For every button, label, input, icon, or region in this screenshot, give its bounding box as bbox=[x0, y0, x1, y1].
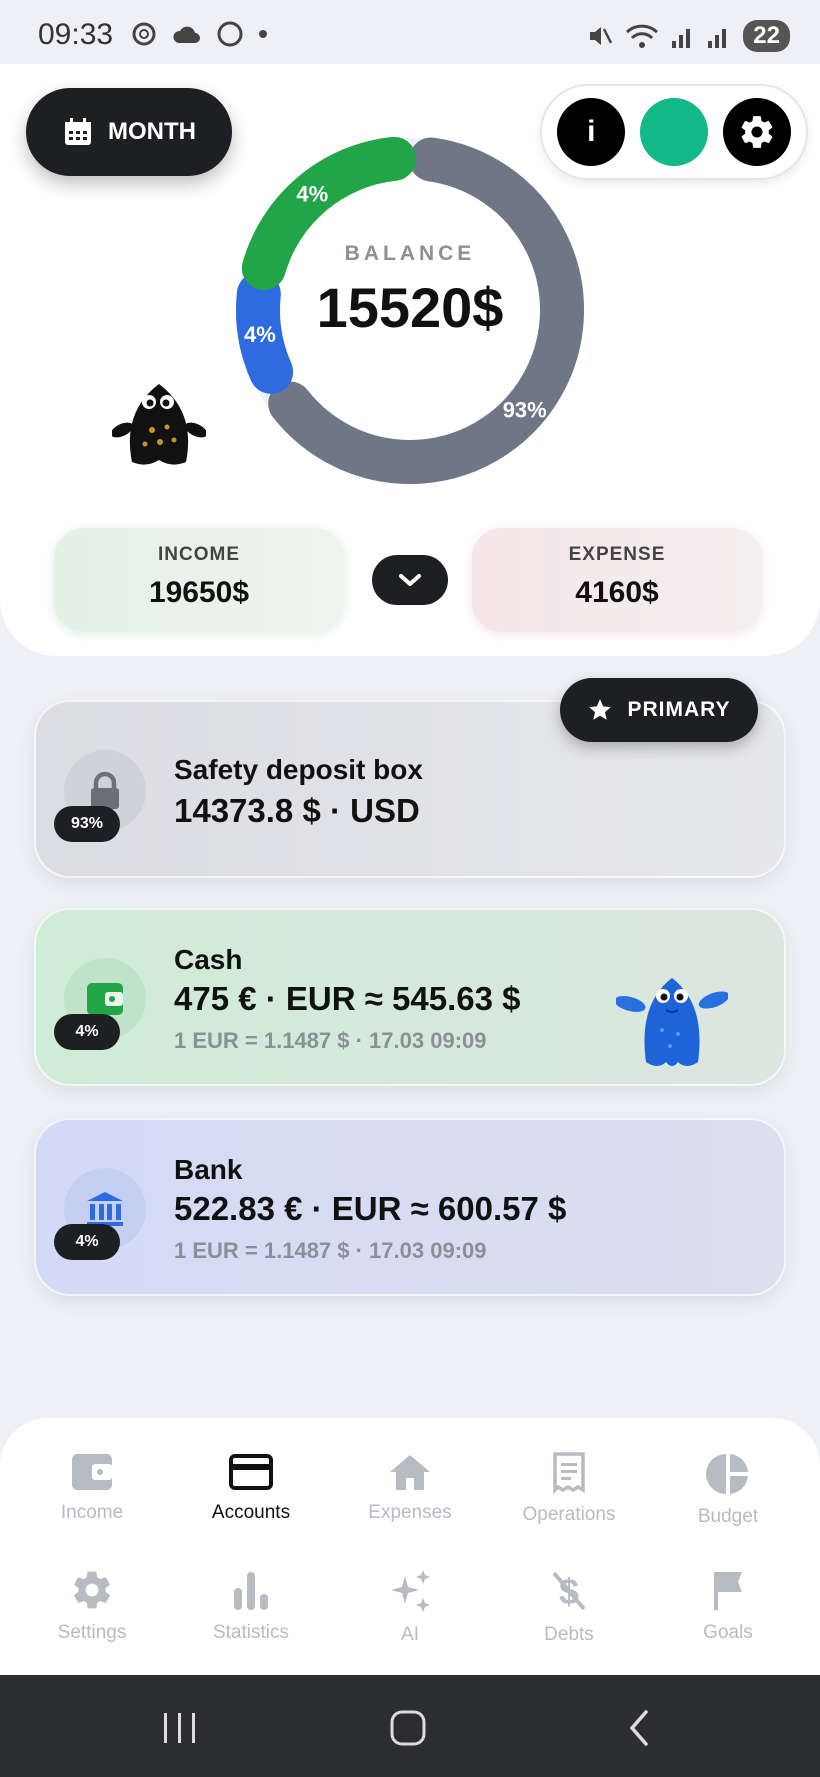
battery-indicator: 22 bbox=[743, 20, 790, 52]
openai-icon bbox=[132, 22, 156, 46]
chevron-down-icon bbox=[399, 574, 421, 586]
system-icons: 22 bbox=[587, 20, 790, 52]
nav-label: Debts bbox=[544, 1624, 594, 1645]
income-summary[interactable]: INCOME 19650$ bbox=[54, 528, 344, 632]
account-percent-badge: 93% bbox=[54, 806, 120, 842]
settings-button[interactable] bbox=[722, 98, 791, 166]
account-exchange-rate: 1 EUR = 1.1487 $ · 17.03 09:09 bbox=[174, 1028, 487, 1053]
expand-summary-button[interactable] bbox=[372, 555, 448, 605]
notification-icons bbox=[130, 20, 268, 48]
donut-segment-label: 4% bbox=[296, 182, 328, 207]
income-label: INCOME bbox=[158, 544, 240, 565]
mute-icon bbox=[590, 27, 613, 45]
mascot-blue-icon bbox=[616, 978, 728, 1066]
account-amount: 475 € · EUR ≈ 545.63 $ bbox=[174, 980, 521, 1017]
nav-label: AI bbox=[401, 1624, 419, 1645]
account-name: Safety deposit box bbox=[174, 754, 423, 785]
nav-ai[interactable]: AI bbox=[335, 1568, 485, 1646]
nav-goals[interactable]: Goals bbox=[653, 1568, 803, 1644]
income-value: 19650$ bbox=[148, 576, 250, 609]
signal-icon-2 bbox=[708, 29, 727, 48]
wallet-icon bbox=[87, 983, 123, 1015]
mascot-black-icon bbox=[112, 384, 206, 465]
status-bar: 09:33 22 bbox=[0, 0, 820, 64]
sparkles-icon bbox=[391, 1570, 430, 1612]
flag-icon bbox=[714, 1572, 742, 1610]
expense-summary[interactable]: EXPENSE 4160$ bbox=[472, 528, 762, 632]
nav-budget[interactable]: Budget bbox=[653, 1452, 803, 1528]
recent-apps-icon[interactable] bbox=[160, 1711, 200, 1745]
nav-label: Operations bbox=[522, 1504, 616, 1525]
account-percent-badge: 4% bbox=[54, 1224, 120, 1260]
balance-value: 15520$ bbox=[316, 276, 504, 339]
credit-card-icon bbox=[229, 1454, 273, 1490]
bank-icon bbox=[87, 1192, 123, 1226]
receipt-icon bbox=[553, 1452, 585, 1494]
nav-income[interactable]: Income bbox=[17, 1452, 167, 1524]
nav-label: Budget bbox=[697, 1506, 759, 1527]
account-card-bank[interactable]: 4% Bank 522.83 € · EUR ≈ 600.57 $ 1 EUR … bbox=[34, 1118, 786, 1296]
nav-label: Goals bbox=[703, 1622, 753, 1643]
home-button-icon[interactable] bbox=[388, 1709, 428, 1747]
balance-label: BALANCE bbox=[344, 242, 476, 265]
period-button-label: MONTH bbox=[108, 118, 196, 145]
nav-settings[interactable]: Settings bbox=[17, 1568, 167, 1644]
nav-operations[interactable]: Operations bbox=[494, 1452, 644, 1526]
signal-icon bbox=[672, 29, 691, 48]
pie-chart-icon bbox=[706, 1454, 748, 1494]
expense-label: EXPENSE bbox=[568, 544, 666, 565]
back-icon[interactable] bbox=[624, 1709, 654, 1747]
gear-icon bbox=[741, 116, 773, 148]
nav-label: Accounts bbox=[211, 1502, 291, 1523]
lock-icon bbox=[91, 771, 119, 809]
nav-label: Statistics bbox=[212, 1622, 290, 1643]
status-time: 09:33 bbox=[38, 18, 114, 51]
cloud-icon bbox=[173, 26, 200, 43]
nav-debts[interactable]: $ Debts bbox=[494, 1568, 644, 1646]
bottom-navigation: Income Accounts Expenses Operations Budg… bbox=[0, 1418, 820, 1675]
gear-icon bbox=[74, 1571, 110, 1609]
theme-color-button[interactable] bbox=[639, 98, 708, 166]
system-navigation-bar bbox=[0, 1675, 820, 1777]
nav-label: Settings bbox=[57, 1622, 127, 1643]
bar-chart-icon bbox=[234, 1572, 268, 1610]
nav-label: Expenses bbox=[368, 1502, 452, 1523]
wifi-icon bbox=[626, 24, 659, 48]
primary-badge: PRIMARY bbox=[560, 678, 758, 742]
account-card-cash[interactable]: 4% Cash 475 € · EUR ≈ 545.63 $ 1 EUR = 1… bbox=[34, 908, 786, 1086]
account-exchange-rate: 1 EUR = 1.1487 $ · 17.03 09:09 bbox=[174, 1238, 487, 1263]
nav-accounts[interactable]: Accounts bbox=[176, 1452, 326, 1524]
period-button[interactable]: MONTH bbox=[26, 88, 232, 176]
account-percent-badge: 4% bbox=[54, 1014, 120, 1050]
account-amount: 14373.8 $ · USD bbox=[174, 792, 420, 829]
money-off-icon: $ bbox=[552, 1571, 586, 1612]
star-icon bbox=[589, 699, 612, 720]
calendar-icon bbox=[65, 118, 91, 145]
nav-label: Income bbox=[60, 1502, 124, 1523]
expense-value: 4160$ bbox=[575, 576, 659, 609]
donut-segment-label: 93% bbox=[503, 398, 547, 423]
account-name: Cash bbox=[174, 944, 243, 975]
account-amount: 522.83 € · EUR ≈ 600.57 $ bbox=[174, 1190, 567, 1227]
primary-badge-label: PRIMARY bbox=[627, 698, 731, 721]
nav-statistics[interactable]: Statistics bbox=[176, 1568, 326, 1644]
wallet-icon bbox=[72, 1454, 112, 1490]
nav-expenses[interactable]: Expenses bbox=[335, 1452, 485, 1524]
account-name: Bank bbox=[174, 1154, 243, 1185]
whatsapp-icon bbox=[217, 21, 243, 47]
home-icon bbox=[390, 1455, 430, 1490]
dot-icon bbox=[259, 30, 267, 38]
